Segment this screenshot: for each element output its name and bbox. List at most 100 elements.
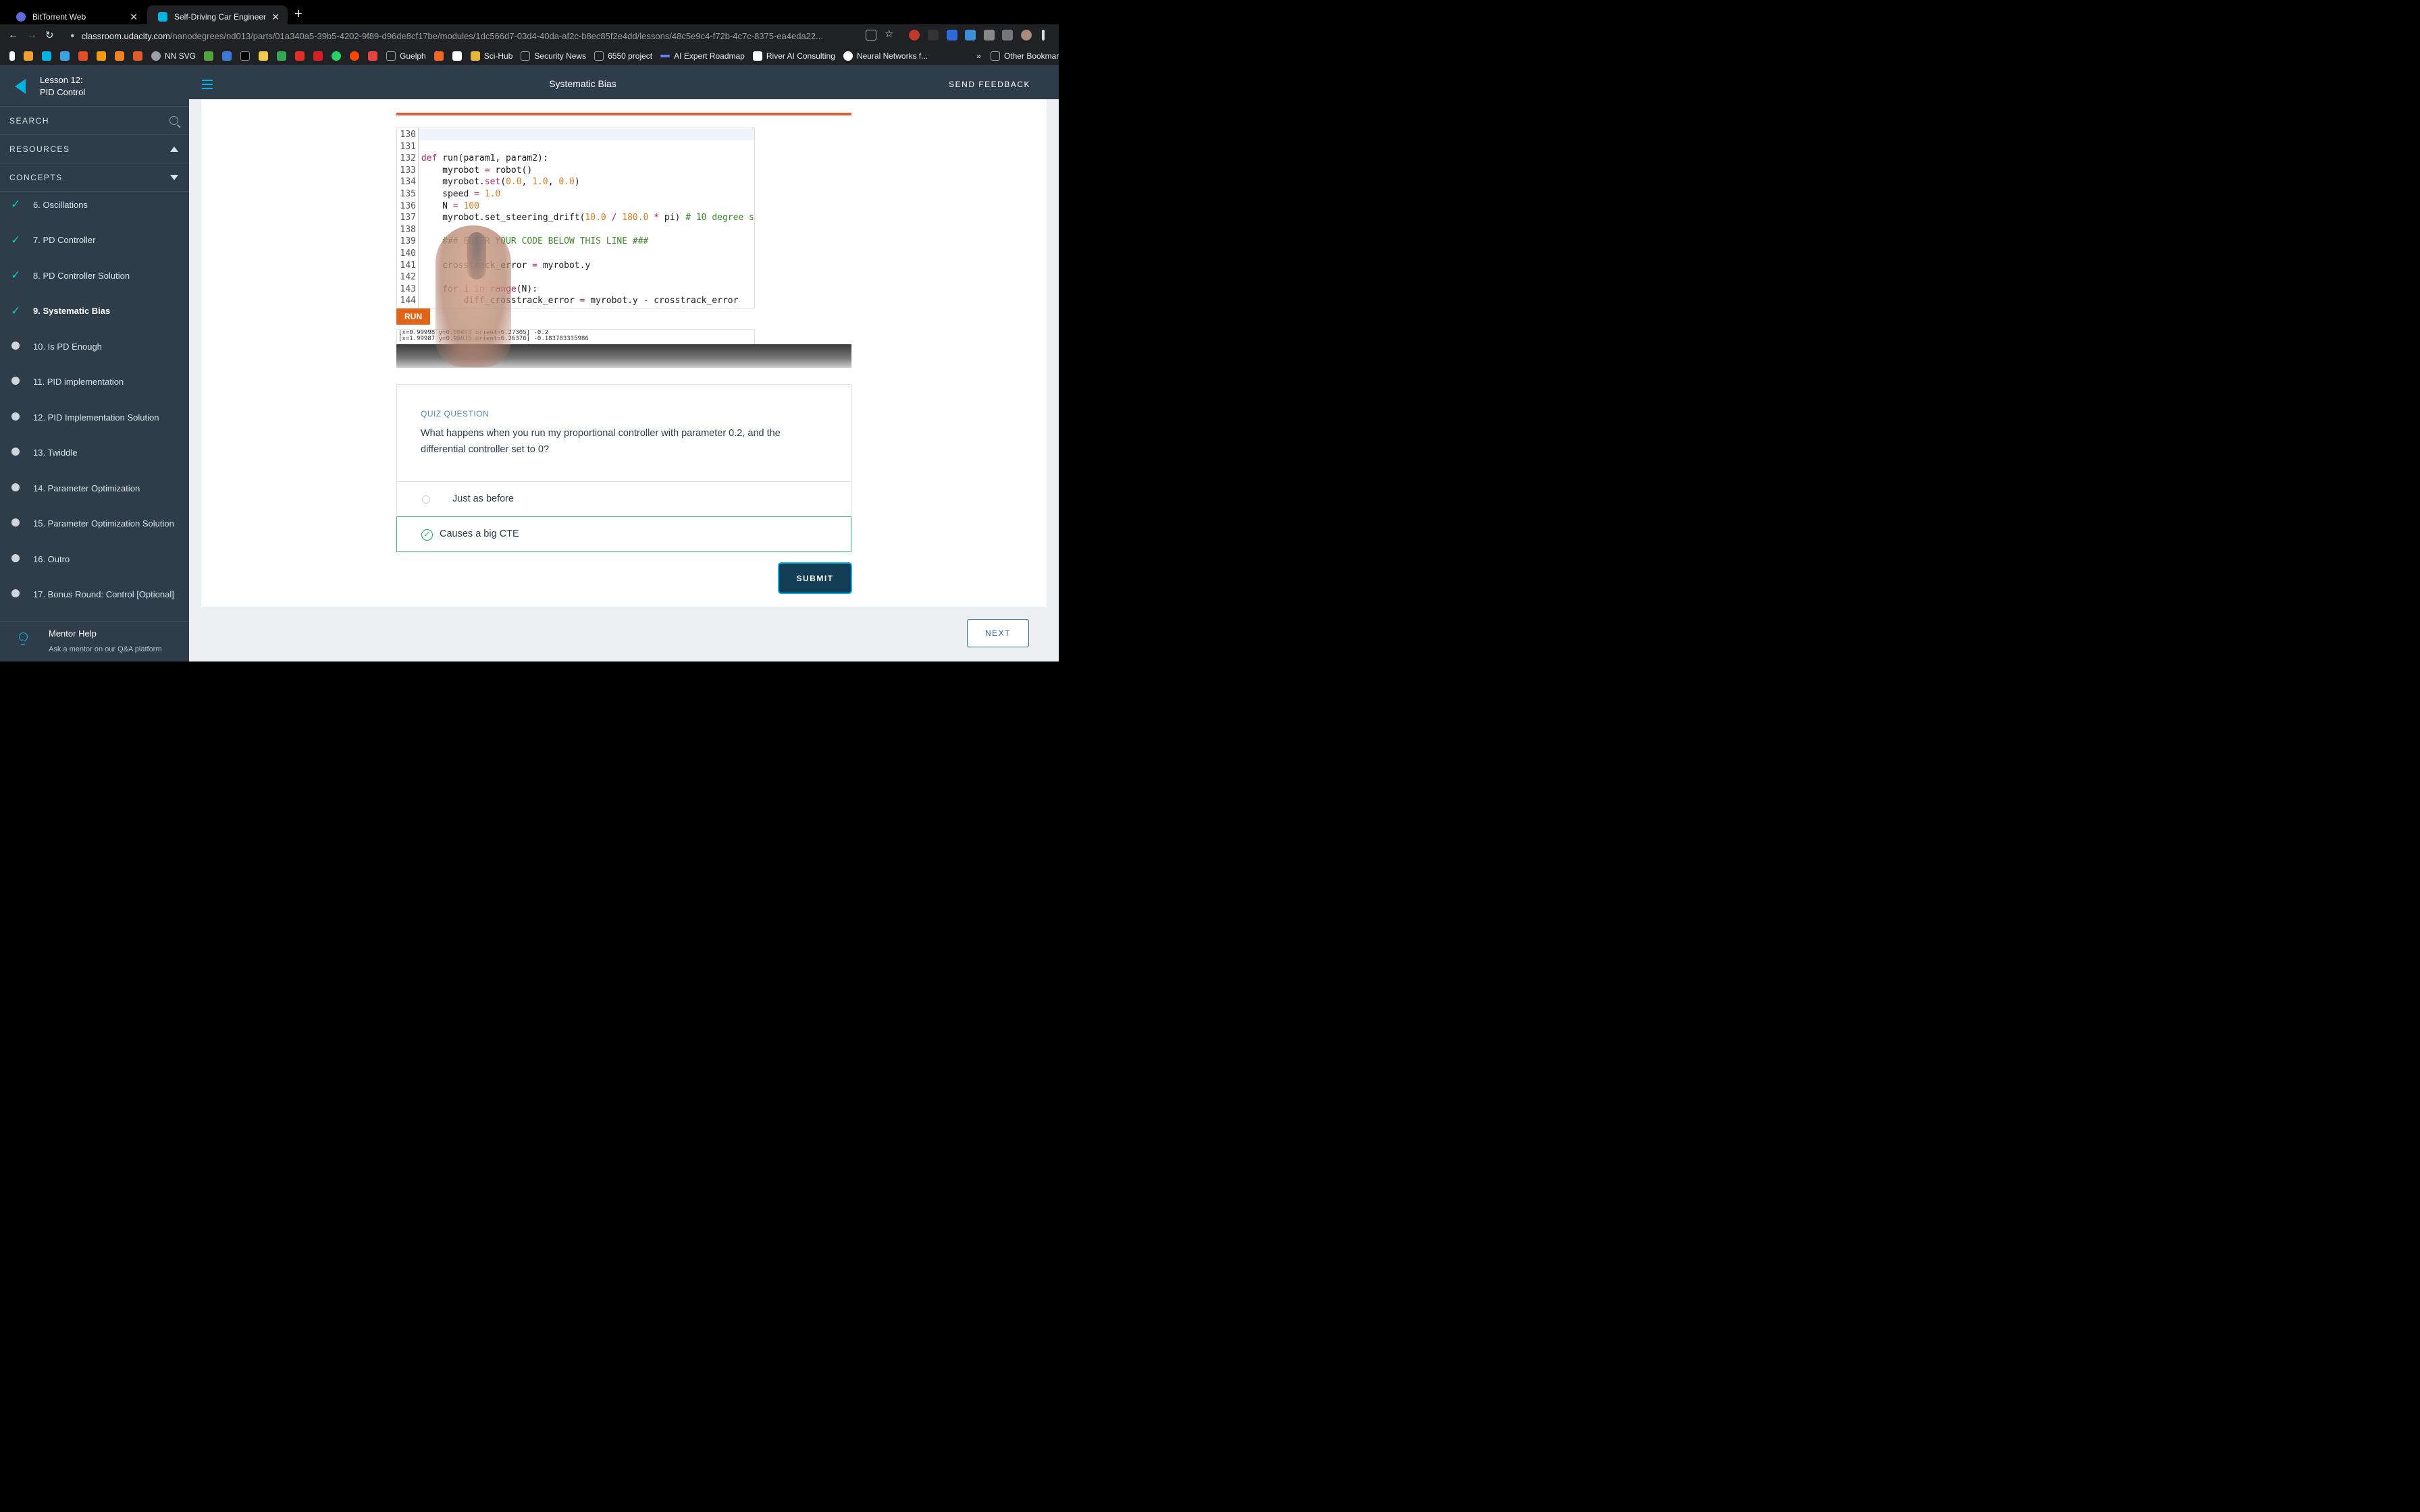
- address-bar[interactable]: ● classroom.udacity.com/nanodegrees/nd01…: [65, 26, 902, 45]
- bookmark-ai-expert-roadmap[interactable]: AI Expert Roadmap: [660, 51, 745, 61]
- sci-hub-icon: [470, 51, 480, 61]
- resources-toggle[interactable]: RESOURCES: [0, 135, 189, 163]
- concept-label: 15. Parameter Optimization Solution: [33, 518, 174, 529]
- back-arrow-icon[interactable]: [15, 79, 26, 94]
- video-top-border: [396, 113, 851, 115]
- bookmark-6550-project[interactable]: 6550 project: [594, 51, 652, 61]
- close-icon[interactable]: ✕: [130, 11, 138, 23]
- extension-icon[interactable]: [965, 30, 976, 40]
- folder-icon: [990, 51, 1000, 61]
- bookmark-river-ai[interactable]: River AI Consulting: [752, 51, 835, 61]
- bookmark-icon[interactable]: [9, 51, 15, 61]
- lesson-header: Lesson 12: PID Control: [0, 65, 189, 107]
- concept-content: 130 131 132 def run(param1, param2): 133 …: [201, 99, 1047, 607]
- sidebar-concept-item[interactable]: ✓ 7. PD Controller: [0, 223, 189, 258]
- concept-label: 17. Bonus Round: Control [Optional]: [33, 589, 174, 599]
- close-icon[interactable]: ✕: [271, 11, 280, 23]
- incomplete-dot-icon: [11, 483, 20, 493]
- bookmark-neural-networks[interactable]: Neural Networks f...: [843, 51, 928, 61]
- reload-icon[interactable]: ↻: [45, 29, 54, 41]
- extension-icon[interactable]: [928, 30, 939, 40]
- bookmark-icon[interactable]: [115, 51, 124, 61]
- bookmark-security-news[interactable]: Security News: [521, 51, 586, 61]
- bookmark-icon[interactable]: [78, 51, 88, 61]
- quiz-option[interactable]: Just as before: [397, 481, 851, 516]
- video-player[interactable]: 130 131 132 def run(param1, param2): 133 …: [396, 128, 851, 368]
- incomplete-dot-icon: [11, 518, 20, 529]
- avatar[interactable]: [1021, 30, 1032, 40]
- lightbulb-icon: [19, 632, 28, 645]
- bookmark-icon[interactable]: [222, 51, 232, 61]
- quiz-question: What happens when you run my proportiona…: [421, 428, 781, 455]
- submit-button[interactable]: SUBMIT: [778, 562, 852, 594]
- sidebar-concept-item[interactable]: ✓ 8. PD Controller Solution: [0, 258, 189, 293]
- back-icon[interactable]: ←: [8, 29, 18, 40]
- bookmark-icon[interactable]: [313, 51, 323, 61]
- search-input[interactable]: SEARCH: [0, 107, 189, 135]
- concept-label: 7. PD Controller: [33, 235, 96, 245]
- sidebar-concept-item[interactable]: 16. Outro: [0, 541, 189, 576]
- sidebar-concept-item[interactable]: 13. Twiddle: [0, 435, 189, 470]
- sidebar-concept-item[interactable]: 10. Is PD Enough: [0, 329, 189, 364]
- bookmark-icon[interactable]: [295, 51, 305, 61]
- url-text: classroom.udacity.com/nanodegrees/nd013/…: [81, 30, 823, 41]
- bookmark-icon[interactable]: [60, 51, 70, 61]
- puzzle-icon[interactable]: [984, 30, 995, 40]
- concept-label: 14. Parameter Optimization: [33, 483, 140, 493]
- incomplete-dot-icon: [11, 412, 20, 423]
- media-icon[interactable]: [1002, 30, 1013, 40]
- incomplete-dot-icon: [11, 554, 20, 564]
- bookmark-icon[interactable]: [204, 51, 214, 61]
- bookmark-icon[interactable]: [332, 51, 342, 61]
- incomplete-dot-icon: [11, 341, 20, 352]
- bookmark-icon[interactable]: [277, 51, 287, 61]
- page-title: Systematic Bias: [549, 78, 616, 89]
- bookmarks-overflow[interactable]: »: [976, 51, 981, 61]
- radio-icon[interactable]: [422, 495, 430, 504]
- folder-icon: [594, 51, 604, 61]
- bookmark-nn-svg[interactable]: NN SVG: [151, 51, 196, 61]
- bookmark-icon[interactable]: [133, 51, 142, 61]
- send-feedback-link[interactable]: SEND FEEDBACK: [949, 80, 1030, 89]
- folder-icon: [521, 51, 531, 61]
- bookmark-icon[interactable]: [452, 51, 462, 61]
- mentor-help[interactable]: Mentor Help Ask a mentor on our Q&A plat…: [0, 621, 189, 662]
- bookmark-icon[interactable]: [97, 51, 106, 61]
- bookmark-icon[interactable]: [433, 51, 444, 61]
- classroom-app: Lesson 12: PID Control SEARCH RESOURCES …: [0, 65, 1059, 662]
- menu-icon[interactable]: [1042, 30, 1045, 40]
- star-icon[interactable]: ☆: [885, 28, 895, 40]
- extension-icon[interactable]: [947, 30, 957, 40]
- code-line: 133 myrobot = robot(): [400, 165, 533, 176]
- tab-title: BitTorrent Web: [32, 12, 86, 22]
- sidebar-concept-item[interactable]: 11. PID implementation: [0, 364, 189, 400]
- open-external-icon[interactable]: [866, 30, 876, 40]
- expand-icon: [170, 174, 178, 180]
- content-header: Systematic Bias SEND FEEDBACK: [189, 65, 1059, 99]
- sidebar-concept-item[interactable]: ✓ 9. Systematic Bias: [0, 294, 189, 329]
- bittorrent-icon: [16, 12, 26, 22]
- browser-window: BitTorrent Web ✕ Self-Driving Car Engine…: [0, 0, 1059, 662]
- sidebar-concept-item[interactable]: 17. Bonus Round: Control [Optional]: [0, 577, 189, 612]
- sidebar-concept-item[interactable]: 15. Parameter Optimization Solution: [0, 506, 189, 541]
- sidebar-concept-item[interactable]: 12. PID Implementation Solution: [0, 400, 189, 435]
- code-line: 134 myrobot.set(0.0, 1.0, 0.0): [400, 177, 580, 188]
- new-tab-button[interactable]: +: [294, 7, 302, 22]
- forward-icon[interactable]: →: [27, 29, 37, 40]
- next-button[interactable]: NEXT: [967, 619, 1029, 647]
- bookmark-guelph[interactable]: Guelph: [386, 51, 426, 61]
- bookmark-icon[interactable]: [42, 51, 51, 61]
- bookmark-sci-hub[interactable]: Sci-Hub: [470, 51, 512, 61]
- sidebar-concept-item[interactable]: ✓ 6. Oscillations: [0, 187, 189, 222]
- quiz-option-selected[interactable]: ✓ Causes a big CTE: [396, 516, 851, 552]
- concept-label: 6. Oscillations: [33, 199, 88, 210]
- bookmark-icon[interactable]: [24, 51, 33, 61]
- sidebar-concept-item[interactable]: 14. Parameter Optimization: [0, 470, 189, 506]
- adblock-icon[interactable]: [909, 30, 920, 40]
- bookmark-icon[interactable]: [368, 51, 378, 61]
- checkmark-icon: ✓: [11, 233, 21, 246]
- bookmark-icon[interactable]: [350, 51, 360, 61]
- bookmark-other[interactable]: Other Bookmarks: [990, 51, 1059, 61]
- bookmark-icon[interactable]: [240, 51, 251, 61]
- bookmark-icon[interactable]: [259, 51, 269, 61]
